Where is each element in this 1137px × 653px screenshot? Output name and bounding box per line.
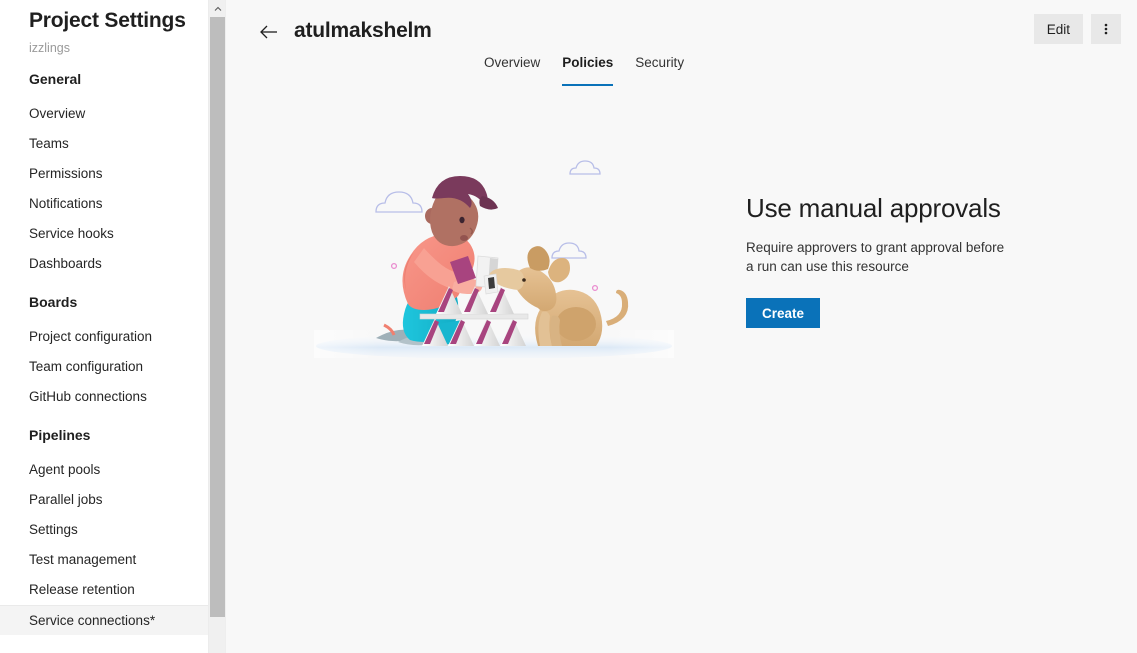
tab-bar: Overview Policies Security [226,50,1137,86]
cloud-icon [375,191,423,213]
cloud-icon [569,160,601,175]
page-title: Project Settings [29,9,186,32]
sidebar-item-parallel-jobs[interactable]: Parallel jobs [0,485,208,515]
sidebar-scrollbar[interactable] [208,0,226,653]
person-head [425,176,498,247]
nav-group-list: General Overview Teams Permissions Notificat… [0,69,208,635]
zero-data-text: Use manual approvals Require approvers t… [746,188,1046,328]
cloud-icon [551,242,587,259]
nav-group-header: Boards [29,294,78,310]
scrollbar-thumb[interactable] [210,17,225,617]
header-actions: Edit [1033,14,1121,44]
sidebar-item-overview[interactable]: Overview [0,99,208,129]
create-button[interactable]: Create [746,298,821,328]
zero-data-panel: Use manual approvals Require approvers t… [226,158,1137,359]
sidebar-item-project-configuration[interactable]: Project configuration [0,322,208,352]
person-building-card-house-with-dog-illustration [314,160,674,359]
more-vertical-icon [1104,23,1108,35]
arrow-left-icon [260,25,277,39]
content-header: atulmakshelm Edit [226,0,1137,50]
project-name-label: izzlings [29,41,70,55]
sidebar: Project Settings izzlings General Overvie… [0,0,226,653]
main-content: atulmakshelm Edit Overview Policies Securi… [226,0,1137,653]
scroll-up-button[interactable] [209,0,226,17]
sidebar-item-service-connections[interactable]: Service connections* [0,605,208,635]
nav-group-header: Pipelines [29,427,91,443]
sidebar-item-teams[interactable]: Teams [0,129,208,159]
sidebar-item-github-connections[interactable]: GitHub connections [0,382,208,412]
sidebar-item-settings[interactable]: Settings [0,515,208,545]
nav-group: Boards Project configuration Team configur… [0,292,208,412]
back-button[interactable] [256,19,282,45]
sidebar-item-permissions[interactable]: Permissions [0,159,208,189]
sidebar-item-release-retention[interactable]: Release retention [0,575,208,605]
resource-title: atulmakshelm [294,19,432,42]
nav-group: Pipelines Agent pools Parallel jobs Setting… [0,425,208,635]
tab-overview[interactable]: Overview [484,55,540,86]
tab-policies[interactable]: Policies [562,55,614,86]
sidebar-item-team-configuration[interactable]: Team configuration [0,352,208,382]
sparkle-dot [591,284,599,292]
more-actions-button[interactable] [1091,14,1121,44]
chevron-up-icon [214,6,221,11]
zero-data-title: Use manual approvals [746,193,1001,223]
sidebar-item-notifications[interactable]: Notifications [0,189,208,219]
sidebar-item-dashboards[interactable]: Dashboards [0,249,208,279]
zero-data-description: Require approvers to grant approval befo… [746,240,1005,274]
nav-group-header: General [29,71,82,87]
sidebar-item-test-management[interactable]: Test management [0,545,208,575]
sidebar-nav: Project Settings izzlings General Overvie… [0,0,208,653]
zero-data-illustration [314,158,674,359]
sparkle-dot [390,262,398,270]
sidebar-item-agent-pools[interactable]: Agent pools [0,455,208,485]
tab-security[interactable]: Security [635,55,684,86]
sidebar-item-service-hooks[interactable]: Service hooks [0,219,208,249]
project-settings-page: Project Settings izzlings General Overvie… [0,0,1137,653]
nav-group: General Overview Teams Permissions Notificat… [0,69,208,279]
edit-button[interactable]: Edit [1033,14,1083,44]
